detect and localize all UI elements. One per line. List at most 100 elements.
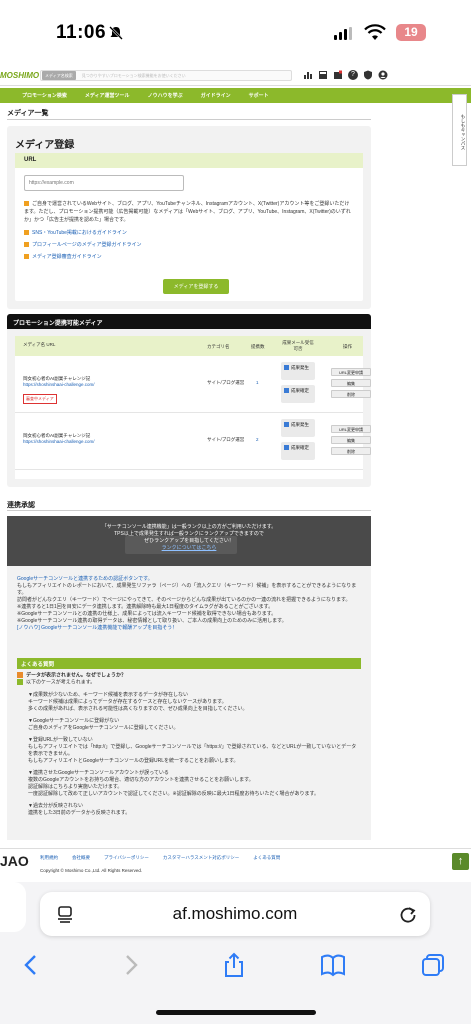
mail-checkbox-confirmed[interactable]: 成果確定 (281, 442, 315, 460)
home-indicator (156, 1010, 316, 1015)
main-nav: プロモーション検索 メディア運営ツール ノウハウを学ぶ ガイドライン サポート (0, 88, 471, 103)
sns-guideline-link[interactable]: SNS・YouTube掲載におけるガイドライン (24, 227, 141, 239)
help-icon[interactable]: ? (348, 70, 358, 80)
shield-icon[interactable] (363, 70, 373, 80)
site-footer: JAO 利用規約 会社概要 プライバシーポリシー カスタマーハラスメント対応ポリ… (0, 848, 471, 878)
safari-toolbar (0, 948, 471, 984)
doc-icon (24, 254, 29, 260)
report-chart-icon[interactable] (303, 70, 313, 80)
status-bar: 11:06 19 (0, 0, 471, 62)
footer-link-terms[interactable]: 利用規約 (40, 855, 58, 861)
faq-item: ▼Googleサーチコンソールに登録がない ご自身のメディアをGoogleサーチ… (28, 717, 179, 731)
review-guideline-link[interactable]: メディア登録審査ガイドライン (24, 251, 141, 263)
question-icon (17, 672, 23, 678)
edit-button[interactable]: 編集 (331, 379, 371, 387)
clock: 11:06 (56, 22, 107, 43)
footer-link-privacy[interactable]: プライバシーポリシー (104, 855, 149, 861)
faq-item: ▼過去分が反映されない 連携をした3日前のデータから反映されます。 (28, 802, 131, 816)
bookmarks-icon[interactable] (320, 952, 346, 978)
partner-count-link[interactable]: 2 (256, 437, 259, 442)
user-account-icon[interactable] (378, 70, 388, 80)
search-console-locked-panel: 「サーチコンソール連携機能」は一般ランク以上の方がご利用いただけます。 TPS以… (7, 516, 371, 566)
media-name: 岡女初心者のAI副業チャレンジ記 https://shoshinshaai-cha… (23, 376, 95, 388)
col-category: カテゴリ名 (207, 344, 230, 349)
url-change-button[interactable]: URL変更申請 (331, 368, 371, 376)
faq-item: ▼登録URLが一致していない もしもアフィリエイトでは「http://」で登録し… (28, 736, 357, 764)
wifi-icon (364, 24, 386, 40)
checkbox-checked-icon (284, 445, 289, 451)
footer-link-harassment[interactable]: カスタマーハラスメント対応ポリシー (163, 855, 239, 861)
battery-indicator: 19 (396, 24, 426, 41)
nav-support[interactable]: サポート (249, 92, 287, 99)
col-mail: 成果メール受信可否 (282, 340, 314, 351)
back-to-top-button[interactable]: ↑ (452, 853, 469, 870)
checkbox-checked-icon (284, 365, 289, 371)
mail-checkbox-occurred[interactable]: 成果発生 (281, 362, 315, 380)
checkbox-checked-icon (284, 388, 289, 394)
moshimo-logo[interactable]: MOSHIMO (0, 71, 39, 80)
faq-block: データが表示されません。なぜでしょうか？ 以下のケースが考えられます。 ▼成果数… (17, 672, 361, 817)
safari-chrome: af.moshimo.com (0, 882, 471, 1024)
profile-guideline-link[interactable]: プロフィールページのメディア登録ガイドライン (24, 239, 141, 251)
url-input[interactable] (24, 175, 184, 191)
reload-icon[interactable] (398, 904, 418, 924)
share-icon[interactable] (221, 952, 247, 978)
mail-checkbox-confirmed[interactable]: 成果確定 (281, 385, 315, 403)
faq-title: よくある質問 (17, 658, 361, 669)
site-header: MOSHIMO メディア名検索 見つかりやすいプロモーション検索機能をお使いくだ… (0, 66, 471, 86)
nav-knowhow[interactable]: ノウハウを学ぶ (148, 92, 201, 99)
table-row: 岡女初心者のAI副業チャレンジ記 https://shoshinshaai-cha… (15, 358, 371, 413)
url-change-button[interactable]: URL変更申請 (331, 425, 371, 433)
answer-icon (17, 679, 23, 686)
divider (7, 119, 371, 120)
table-header: メディア名 URL カテゴリ名 提携数 成果メール受信可否 操作 (15, 336, 363, 356)
media-url-link[interactable]: https://shoshinshaai-challenge.com/ (23, 382, 95, 388)
col-media-name: メディア名 URL (23, 342, 56, 347)
delete-button[interactable]: 削除 (331, 447, 371, 455)
forward-icon[interactable] (118, 952, 144, 978)
col-partner-count: 提携数 (251, 344, 265, 349)
register-media-button[interactable]: メディアを登録する (163, 279, 229, 294)
col-actions: 操作 (343, 344, 352, 349)
doc-icon (24, 230, 29, 236)
back-icon[interactable] (18, 952, 44, 978)
media-register-title: メディア登録 (15, 140, 75, 151)
linkage-heading: 連携承認 (7, 502, 35, 509)
inbox-icon[interactable] (333, 70, 343, 80)
media-category: サイト/ブログ運営 (207, 437, 245, 442)
rank-info-link[interactable]: ランクについてはこちら (7, 545, 371, 552)
nav-promotion-search[interactable]: プロモーション検索 (22, 92, 85, 99)
search-box[interactable]: メディア名検索 見つかりやすいプロモーション検索機能をお使いください (40, 70, 292, 81)
footer-link-faq[interactable]: よくある質問 (253, 855, 280, 861)
search-console-description: Googleサーチコンソールと連携するための認証ボタンです。 もしもアフィリエイ… (17, 576, 361, 632)
search-input[interactable]: 見つかりやすいプロモーション検索機能をお使いください (82, 73, 186, 79)
register-note: ご自身で運営されているWebサイト、ブログ、アプリ、YouTubeチャンネル、I… (24, 201, 351, 223)
cellular-signal-icon (334, 27, 352, 40)
promo-media-table: メディア名 URL カテゴリ名 提携数 成果メール受信可否 操作 岡女初心者のA… (15, 336, 371, 479)
moshimo-campus-tab[interactable]: もしもキャンパス (452, 94, 467, 166)
silent-bell-icon (109, 26, 123, 40)
knowhow-link[interactable]: [ノウハウ] Googleサーチコンソール連携機能で報酬アップを目指そう！ (17, 625, 361, 632)
mail-checkbox-occurred[interactable]: 成果発生 (281, 419, 315, 437)
page-title: メディア一覧 (7, 110, 49, 117)
status-badge: 審査中メディア (23, 394, 57, 404)
address-bar[interactable]: af.moshimo.com (40, 892, 430, 936)
nav-media-tools[interactable]: メディア運営ツール (85, 92, 148, 99)
faq-answer: 以下のケースが考えられます。 (17, 679, 361, 686)
checkbox-checked-icon (284, 422, 289, 428)
faq-item: ▼成果数が少ないため、キーワード候補を表示するデータが存在しない キーワード候補… (28, 691, 248, 712)
faq-item: ▼連携させたGoogleサーチコンソールアカウントが誤っている 複数のGoogl… (28, 769, 320, 797)
partner-count-link[interactable]: 1 (256, 380, 259, 385)
url-label: URL (15, 153, 363, 168)
search-scope-select[interactable]: メディア名検索 (42, 71, 76, 80)
url-text[interactable]: af.moshimo.com (40, 904, 430, 924)
header-icons: ? (303, 70, 388, 80)
promo-media-title: プロモーション提携可能メディア (7, 314, 371, 329)
calculator-icon[interactable] (318, 70, 328, 80)
footer-link-company[interactable]: 会社概要 (72, 855, 90, 861)
nav-guidelines[interactable]: ガイドライン (201, 92, 249, 99)
delete-button[interactable]: 削除 (331, 390, 371, 398)
edit-button[interactable]: 編集 (331, 436, 371, 444)
media-url-link[interactable]: https://shoshinshaai-challenge.com/ (23, 439, 95, 445)
tabs-icon[interactable] (420, 952, 446, 978)
